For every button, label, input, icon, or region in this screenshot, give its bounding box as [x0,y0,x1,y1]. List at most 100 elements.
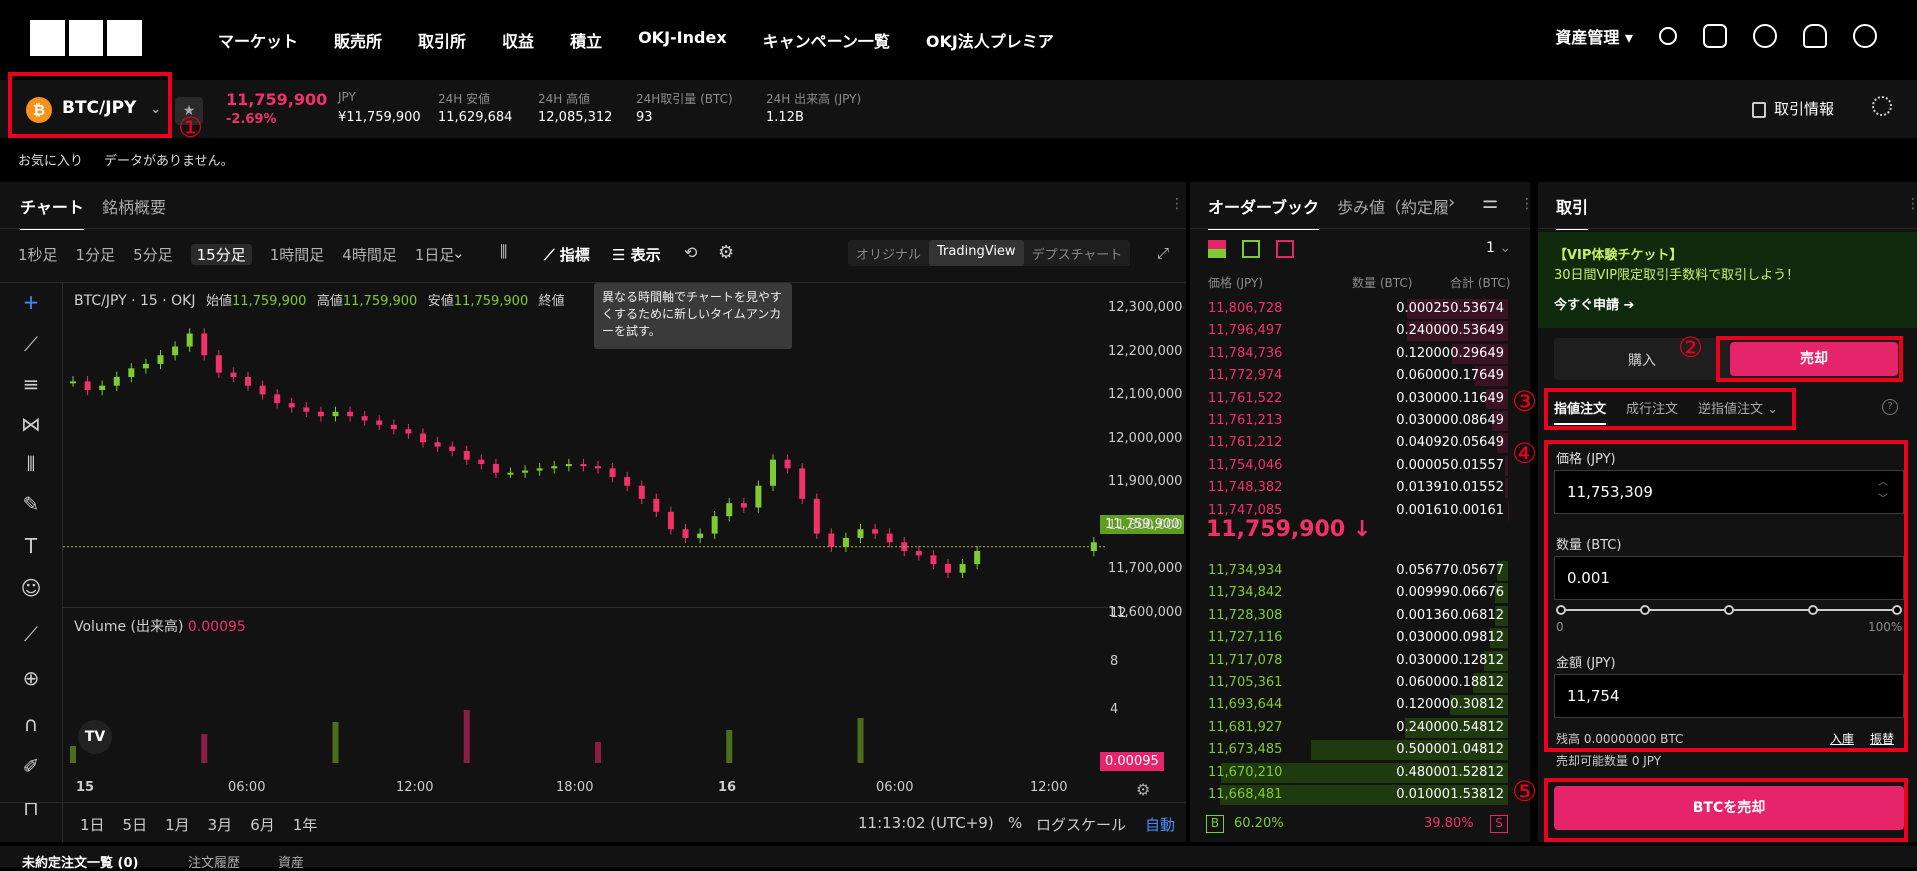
tab-chart[interactable]: チャート [20,194,84,230]
auto-scale-toggle[interactable]: 自動 [1145,814,1175,835]
ob-bid-row[interactable]: 11,693,6440.120000.30812 [1200,694,1518,716]
ob-bid-row[interactable]: 11,705,3610.060000.18812 [1200,672,1518,694]
range-2[interactable]: 1月 [165,814,190,835]
timeframe-0[interactable]: 1秒足 [18,244,58,265]
nav-link-1[interactable]: 販売所 [334,28,382,52]
nav-link-6[interactable]: キャンペーン一覧 [763,28,890,52]
nav-link-7[interactable]: OKJ法人プレミア [926,28,1054,52]
promo-banner[interactable]: 【VIP体験チケット】 30日間VIP限定取引手数料で取引しよう！ 今すぐ申請 … [1538,232,1917,328]
ob-ask-row[interactable]: 11,784,7360.120000.29649 [1200,343,1518,365]
okj-logo[interactable] [30,20,142,56]
asks-view-icon[interactable] [1276,240,1294,258]
ob-ask-row[interactable]: 11,761,2130.030000.08649 [1200,410,1518,432]
qty-input[interactable] [1554,556,1904,600]
tab-order-history[interactable]: 注文履歴 [188,852,240,871]
nav-link-2[interactable]: 取引所 [418,28,466,52]
time-anchor-icon[interactable]: ⟲ [684,243,697,262]
buy-button[interactable]: 購入 [1628,350,1656,370]
timeframe-4[interactable]: 1時間足 [270,244,325,265]
asset-menu[interactable]: 資産管理 ▾ [1555,24,1633,48]
headset-icon[interactable] [1753,24,1777,48]
emoji-icon[interactable]: ☺ [14,576,48,610]
view-2[interactable]: デプスチャート [1024,240,1131,266]
price-chart[interactable] [63,283,1105,763]
ob-ask-row[interactable]: 11,806,7280.000250.53674 [1200,298,1518,320]
pattern-icon[interactable]: ⋈ [14,412,48,446]
pair-selector[interactable]: BTC/JPY ⌄ [62,98,161,118]
settings-gear-icon[interactable] [1872,96,1892,116]
percent-toggle[interactable]: % [1008,814,1022,832]
ob-bid-row[interactable]: 11,734,9340.056770.05677 [1200,560,1518,582]
sell-tab-button[interactable]: 売却 [1730,342,1898,376]
lock-draw-icon[interactable]: ✐ [14,754,48,788]
user-icon[interactable] [1659,27,1677,45]
ob-ask-row[interactable]: 11,754,0460.000050.01557 [1200,455,1518,477]
brush-icon[interactable]: ✎ [14,492,48,526]
ob-bid-row[interactable]: 11,728,3080.001360.06812 [1200,605,1518,627]
slider-step[interactable] [1808,605,1818,615]
slider-step[interactable] [1640,605,1650,615]
filter-icon[interactable]: ⚌ [1482,192,1498,213]
tab-stop-order[interactable]: 逆指値注文 ⌄ [1698,398,1778,417]
range-0[interactable]: 1日 [80,814,105,835]
both-view-icon[interactable] [1208,240,1226,258]
axis-settings-icon[interactable]: ⚙ [1136,780,1150,799]
tab-limit-order[interactable]: 指値注文 [1554,398,1606,425]
nav-link-0[interactable]: マーケット [218,28,298,52]
submit-sell-button[interactable]: BTCを売却 [1554,786,1904,830]
depth-select[interactable]: 1 ⌄ [1486,240,1511,256]
timeframe-6[interactable]: 1日足 [415,244,455,265]
crosshair-icon[interactable]: + [14,290,48,324]
fullscreen-icon[interactable]: ⤢ [1157,244,1169,262]
view-0[interactable]: オリジナル [848,240,929,266]
globe-icon[interactable] [1853,24,1877,48]
ob-bid-row[interactable]: 11,670,2100.480001.52812 [1200,762,1518,784]
ob-ask-row[interactable]: 11,761,2120.040920.05649 [1200,432,1518,454]
nav-link-5[interactable]: OKJ-Index [638,28,727,52]
ob-ask-row[interactable]: 11,796,4970.240000.53649 [1200,320,1518,342]
slider-step[interactable] [1892,605,1902,615]
range-4[interactable]: 6月 [250,814,275,835]
log-scale-toggle[interactable]: ログスケール [1036,814,1126,835]
ruler-icon[interactable]: ⟋ [14,622,48,656]
ob-bid-row[interactable]: 11,727,1160.030000.09812 [1200,627,1518,649]
view-1[interactable]: TradingView [929,240,1024,266]
tab-open-orders[interactable]: 未約定注文一覧 (0) [22,852,138,871]
ob-bid-row[interactable]: 11,681,9270.240000.54812 [1200,717,1518,739]
fib-icon[interactable]: ≡ [14,372,48,406]
nav-link-3[interactable]: 収益 [502,28,534,52]
timeframe-3[interactable]: 15分足 [191,244,252,265]
tradingview-icon[interactable]: TV [78,720,112,754]
ob-bid-row[interactable]: 11,734,8420.009990.06676 [1200,582,1518,604]
tab-overview[interactable]: 銘柄概要 [102,194,166,218]
panel-menu-icon[interactable]: ⋮ [1520,196,1534,212]
ob-bid-row[interactable]: 11,673,4850.500001.04812 [1200,739,1518,761]
price-input[interactable] [1554,470,1904,514]
panel-menu-icon[interactable]: ⋮ [1170,196,1184,212]
favorites-label[interactable]: お気に入り [18,150,83,169]
promo-link[interactable]: 今すぐ申請 ➔ [1554,294,1634,313]
magnet-icon[interactable]: ∩ [14,712,48,746]
nav-link-4[interactable]: 積立 [570,28,602,52]
slider-step[interactable] [1556,605,1566,615]
slider-step[interactable] [1724,605,1734,615]
zoom-icon[interactable]: ⊕ [14,666,48,700]
amount-input[interactable] [1554,674,1904,718]
download-icon[interactable] [1703,24,1727,48]
chart-settings-icon[interactable]: ⚙ [718,242,734,263]
range-3[interactable]: 3月 [208,814,233,835]
ob-ask-row[interactable]: 11,761,5220.030000.11649 [1200,388,1518,410]
ob-bid-row[interactable]: 11,668,4810.010001.53812 [1200,784,1518,806]
text-icon[interactable]: T [14,534,48,568]
price-stepper[interactable]: ︿﹀ [1878,474,1888,508]
ob-ask-row[interactable]: 11,747,0850.001610.00161 [1200,500,1518,522]
candle-type-icon[interactable]: ⫼ [500,242,507,262]
tab-assets[interactable]: 資産 [278,852,304,871]
ob-ask-row[interactable]: 11,748,3820.013910.01552 [1200,477,1518,499]
timeframe-5[interactable]: 4時間足 [342,244,397,265]
panel-menu-icon[interactable]: ⋮ [1906,196,1917,212]
deposit-link[interactable]: 入庫 [1830,730,1854,747]
chevron-right-icon[interactable]: › [1448,192,1455,213]
tab-trades[interactable]: 歩み値（約定履 [1337,194,1457,218]
ob-bid-row[interactable]: 11,717,0780.030000.12812 [1200,650,1518,672]
